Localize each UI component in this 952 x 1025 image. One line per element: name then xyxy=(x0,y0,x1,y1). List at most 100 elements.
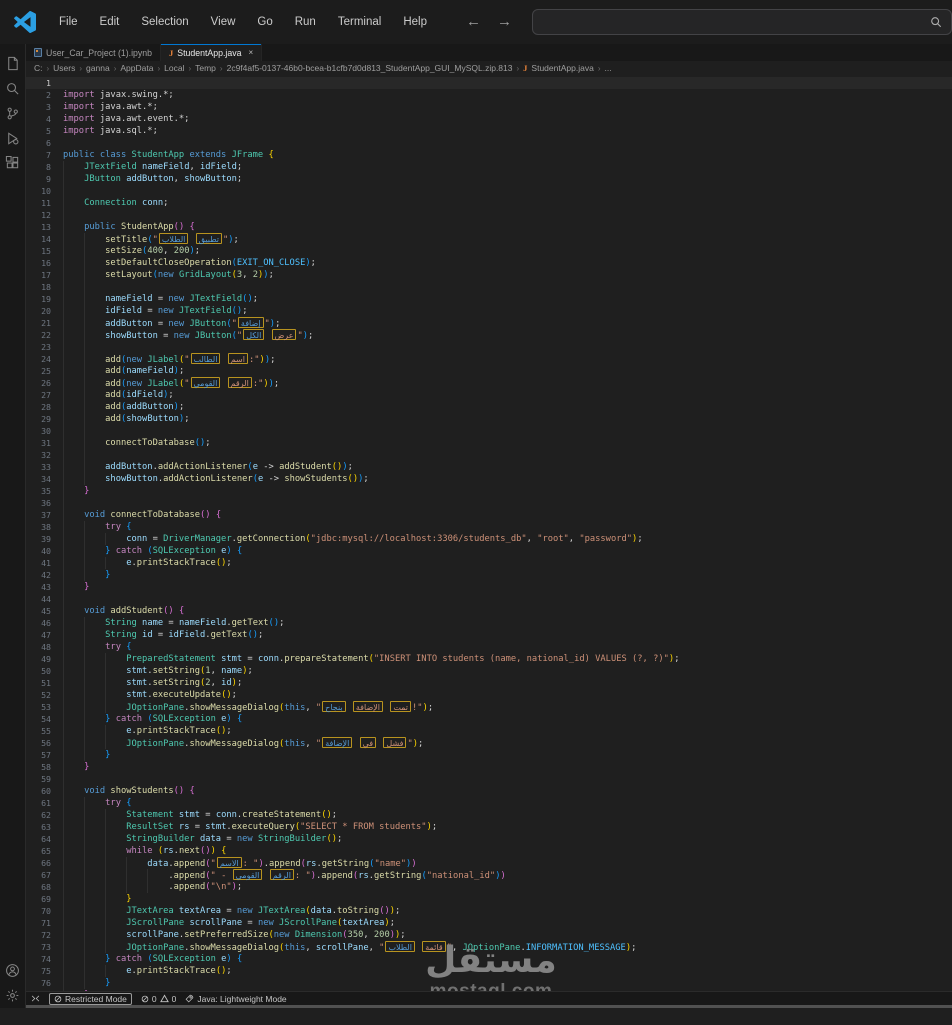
code-token: , xyxy=(242,270,253,280)
remote-indicator[interactable] xyxy=(31,994,40,1003)
code-token: addActionListener xyxy=(163,474,253,484)
code-token: stmt xyxy=(221,654,243,664)
code-line-content: Statement stmt = conn.createStatement(); xyxy=(51,809,952,821)
menu-edit[interactable]: Edit xyxy=(89,9,131,35)
files-icon[interactable] xyxy=(1,51,25,76)
bracket: { xyxy=(126,642,132,652)
error-count: 0 xyxy=(151,993,157,1004)
menu-help[interactable]: Help xyxy=(392,9,438,35)
search-icon[interactable] xyxy=(1,76,25,101)
account-icon[interactable] xyxy=(1,958,25,983)
code-token: StringBuilder xyxy=(126,834,195,844)
line-number: 23 xyxy=(41,342,51,352)
rtl-highlighted-text: الإضافة xyxy=(352,701,384,712)
line-number: 24 xyxy=(41,354,51,364)
indent-guide xyxy=(63,845,64,857)
code-token: ; xyxy=(631,943,637,953)
code-token: append xyxy=(173,882,206,892)
breadcrumb-item[interactable]: AppData xyxy=(120,63,153,73)
tab-user-car-project[interactable]: User_Car_Project (1).ipynb xyxy=(26,44,162,61)
source-control-icon[interactable] xyxy=(1,101,25,126)
line-number: 6 xyxy=(46,138,51,148)
run-debug-icon[interactable] xyxy=(1,126,25,151)
indent-guide xyxy=(105,701,107,713)
menu-run[interactable]: Run xyxy=(284,9,327,35)
breadcrumb-item[interactable]: Local xyxy=(164,63,184,73)
back-arrow-icon[interactable]: ← xyxy=(466,9,481,35)
code-line-content: try { xyxy=(51,521,952,533)
code-line-content: void showStudents() { xyxy=(51,785,952,797)
problems-indicator[interactable]: 0 0 xyxy=(141,994,176,1004)
code-token: extends xyxy=(184,150,232,160)
breadcrumb-item[interactable]: ... xyxy=(604,63,611,73)
indent-guide xyxy=(63,173,64,185)
breadcrumb-item[interactable]: 2c9f4af5-0137-46b0-bcea-b1cfb7d0d813_Stu… xyxy=(227,63,513,73)
line-number: 69 xyxy=(41,894,51,904)
code-token: ; xyxy=(178,402,185,412)
code-token: " - xyxy=(210,871,232,881)
code-line-content: import java.sql.*; xyxy=(51,125,952,137)
indent-guide xyxy=(84,941,86,953)
code-token: idField xyxy=(126,390,164,400)
java-icon: J xyxy=(169,47,174,58)
code-token: = xyxy=(152,319,169,329)
indent-guide xyxy=(147,881,149,893)
code-token: setSize xyxy=(105,246,143,256)
code-token: textArea xyxy=(178,906,222,916)
code-token: catch xyxy=(115,546,143,556)
indent-guide xyxy=(84,845,86,857)
code-editor[interactable]: 1 2 import javax.swing.*; 3 import java.awt.… xyxy=(26,75,952,991)
code-token: rs xyxy=(178,822,190,832)
code-line-content: JScrollPane scrollPane = new JScrollPane… xyxy=(51,917,952,929)
breadcrumb-item[interactable]: StudentApp.java xyxy=(531,63,593,73)
code-line: 27 add(idField); xyxy=(26,389,952,401)
tab-studentapp-java[interactable]: J StudentApp.java × xyxy=(161,44,263,61)
code-line: 23 xyxy=(26,341,952,353)
code-line: 25 add(nameField); xyxy=(26,365,952,377)
extensions-icon[interactable] xyxy=(1,151,25,176)
code-token: this xyxy=(284,703,306,713)
code-line: 21 addButton = new JButton(" إضافة "); xyxy=(26,317,952,329)
code-line: 1 xyxy=(26,77,952,89)
line-number: 70 xyxy=(41,906,51,916)
close-tab-icon[interactable]: × xyxy=(248,48,253,57)
breadcrumb-item[interactable]: ganna xyxy=(86,63,110,73)
menu-terminal[interactable]: Terminal xyxy=(327,9,392,35)
indent-guide xyxy=(84,821,86,833)
code-line-content: setDefaultCloseOperation(EXIT_ON_CLOSE); xyxy=(51,257,952,269)
breadcrumb-item[interactable]: Users xyxy=(53,63,75,73)
code-token: import xyxy=(63,126,100,136)
settings-gear-icon[interactable] xyxy=(1,983,25,1008)
line-number: 5 xyxy=(46,126,51,136)
code-token: ; xyxy=(226,558,232,568)
breadcrumb-item[interactable]: Temp xyxy=(195,63,216,73)
line-number: 46 xyxy=(41,618,51,628)
code-line: 8 JTextField nameField, idField; xyxy=(26,161,952,173)
code-token: JOptionPane xyxy=(462,943,521,953)
code-line: 26 add(new JLabel(" القومي الرقم:")); xyxy=(26,377,952,389)
code-line: 41 e.printStackTrace(); xyxy=(26,557,952,569)
code-token: ; xyxy=(168,390,174,400)
code-token: stmt xyxy=(126,678,148,688)
breadcrumb-item[interactable]: C: xyxy=(34,63,43,73)
menu-go[interactable]: Go xyxy=(246,9,283,35)
command-center-search-input[interactable] xyxy=(531,9,952,35)
java-mode-indicator[interactable]: Java: Lightweight Mode xyxy=(185,994,287,1004)
line-number: 51 xyxy=(41,678,51,688)
menu-view[interactable]: View xyxy=(200,9,247,35)
rtl-highlighted-text: بنجاح xyxy=(322,701,346,712)
indent-guide xyxy=(84,401,86,413)
code-token: ; xyxy=(273,379,280,389)
restricted-mode-badge[interactable]: Restricted Mode xyxy=(49,992,132,1005)
code-token: new xyxy=(168,294,190,304)
menu-file[interactable]: File xyxy=(48,9,89,35)
code-token: getString xyxy=(321,859,370,869)
indent-guide xyxy=(63,881,64,893)
forward-arrow-icon[interactable]: → xyxy=(497,9,512,35)
code-line-content: add(addButton); xyxy=(51,401,952,413)
code-token: setString xyxy=(152,666,200,676)
menu-selection[interactable]: Selection xyxy=(130,9,199,35)
code-token: "INSERT INTO students (name, national_id… xyxy=(373,654,669,664)
